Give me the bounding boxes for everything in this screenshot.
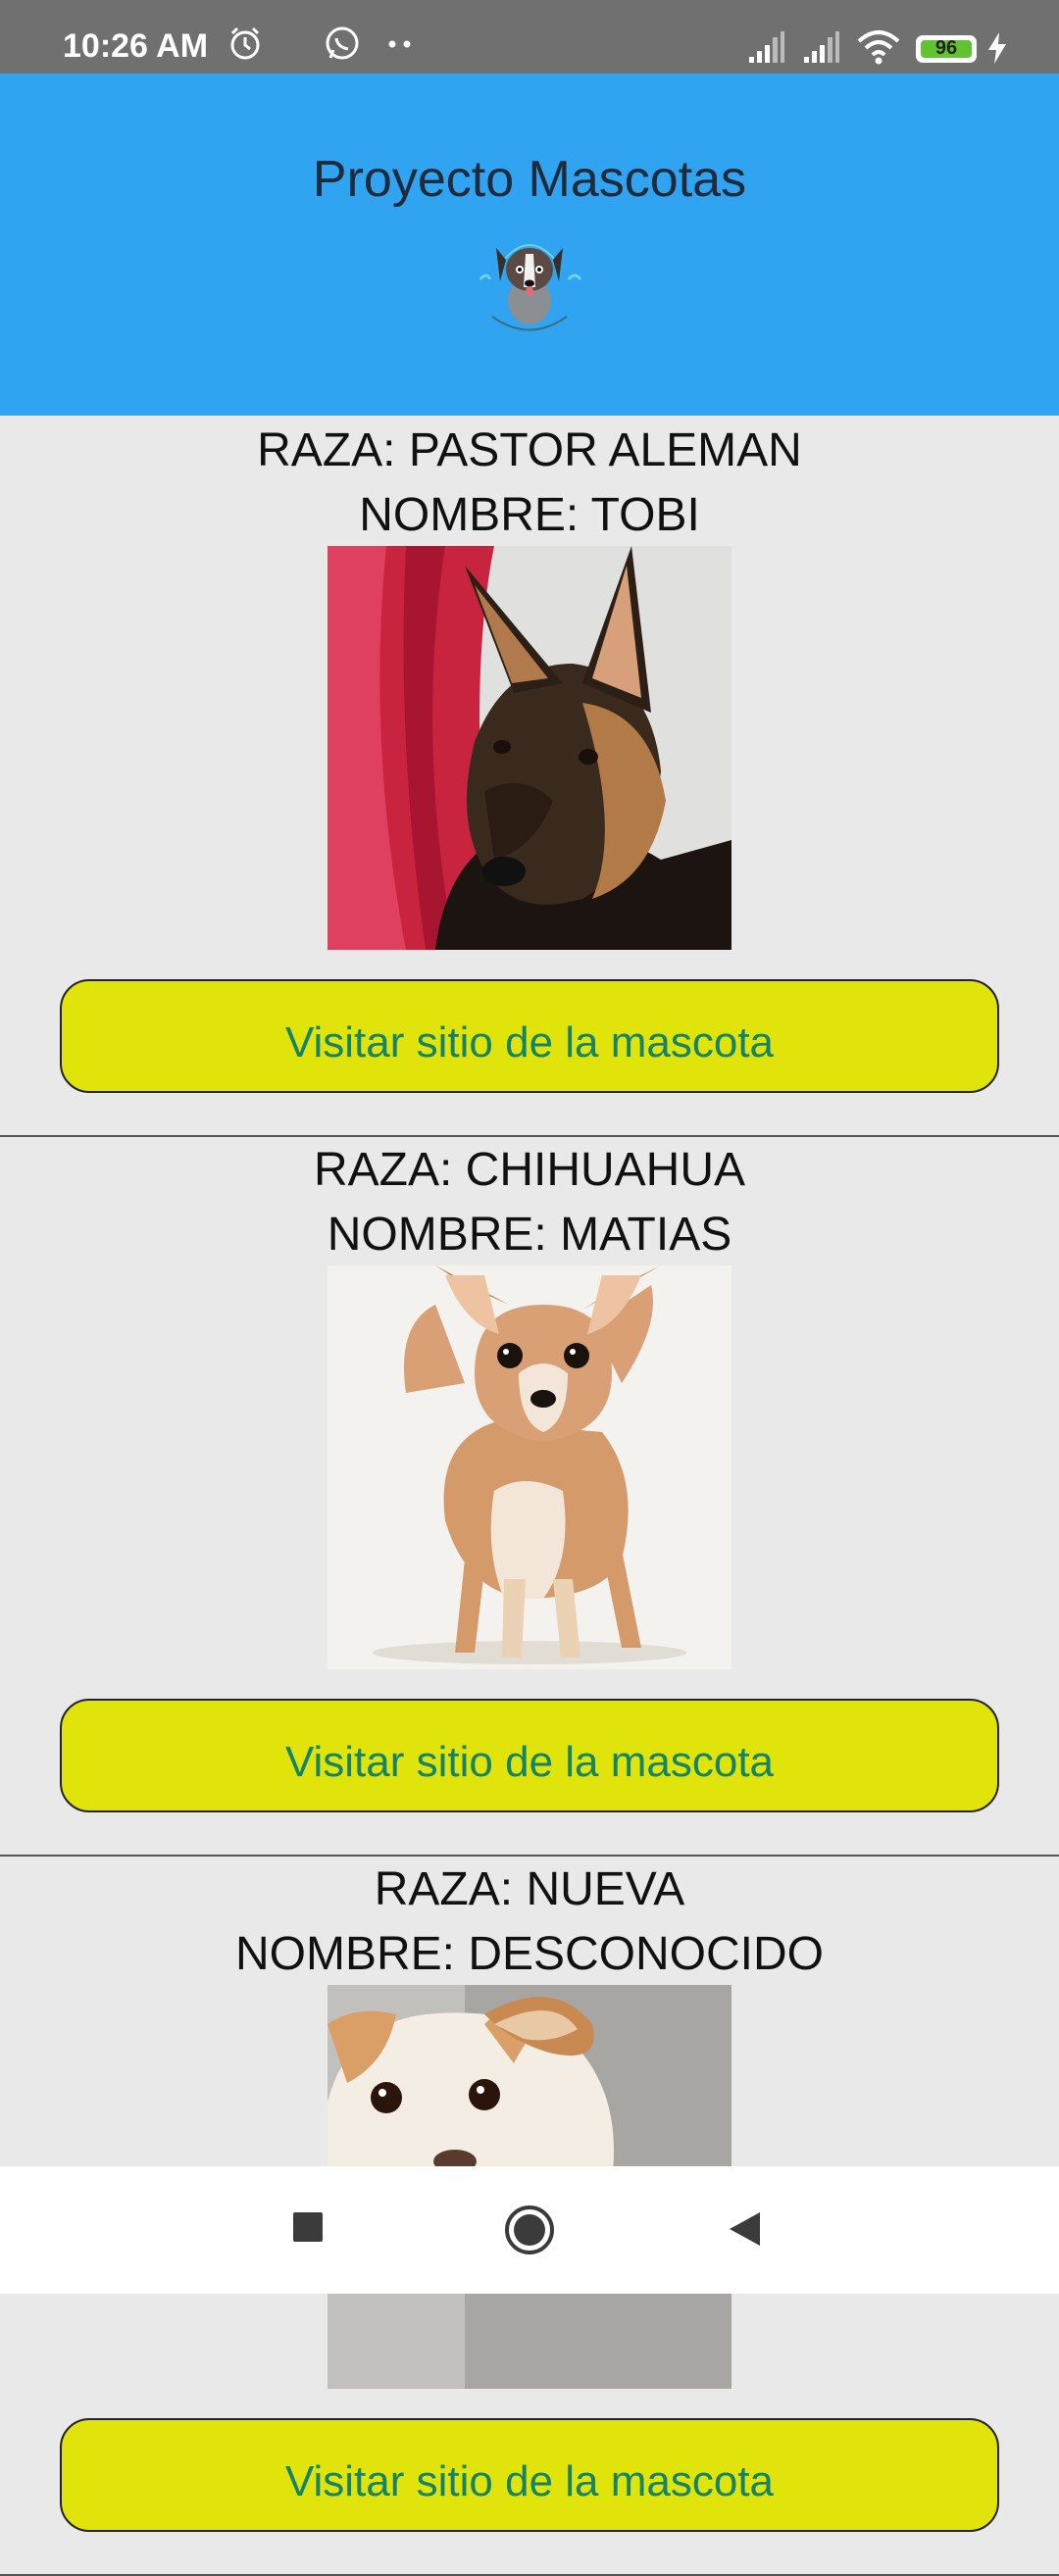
charging-icon bbox=[988, 32, 1006, 64]
app-title: Proyecto Mascotas bbox=[312, 151, 747, 208]
dog-care-logo bbox=[479, 244, 582, 331]
pet-name: NOMBRE: MATIAS bbox=[327, 1209, 732, 1261]
pet-card: RAZA: CHIHUAHUA NOMBRE: MATIAS Visitar s… bbox=[0, 1135, 1059, 1857]
visit-pet-site-button[interactable]: Visitar sitio de la mascota bbox=[60, 1699, 999, 1812]
alarm-icon bbox=[230, 26, 260, 60]
app-header: Proyecto Mascotas bbox=[0, 74, 1059, 416]
recents-square-icon[interactable] bbox=[291, 2210, 327, 2246]
pet-photo bbox=[328, 546, 731, 950]
home-circle-icon[interactable] bbox=[503, 2204, 556, 2256]
pet-name: NOMBRE: DESCONOCIDO bbox=[234, 1928, 825, 1980]
pet-breed: RAZA: NUEVA bbox=[374, 1863, 685, 1915]
whatsapp-icon bbox=[326, 26, 359, 60]
battery-icon: 96 bbox=[916, 35, 977, 63]
pet-card: RAZA: PASTOR ALEMAN NOMBRE: TOBI Visitar… bbox=[0, 416, 1059, 1137]
visit-pet-site-button[interactable]: Visitar sitio de la mascota bbox=[60, 2418, 999, 2532]
signal-icon bbox=[804, 31, 839, 63]
status-bar: 10:26 AM 96 bbox=[0, 0, 1059, 74]
pet-breed: RAZA: PASTOR ALEMAN bbox=[257, 424, 802, 476]
wifi-icon bbox=[857, 30, 900, 65]
battery-percent: 96 bbox=[934, 37, 958, 59]
more-dots-icon bbox=[388, 40, 411, 48]
system-nav-bar bbox=[0, 2166, 1059, 2294]
visit-pet-site-button[interactable]: Visitar sitio de la mascota bbox=[60, 979, 999, 1093]
back-triangle-icon[interactable] bbox=[728, 2210, 763, 2248]
pet-name: NOMBRE: TOBI bbox=[359, 489, 700, 541]
pet-photo bbox=[328, 1265, 731, 1669]
signal-icon bbox=[749, 31, 784, 63]
status-time: 10:26 AM bbox=[63, 27, 209, 65]
pet-breed: RAZA: CHIHUAHUA bbox=[313, 1144, 746, 1196]
